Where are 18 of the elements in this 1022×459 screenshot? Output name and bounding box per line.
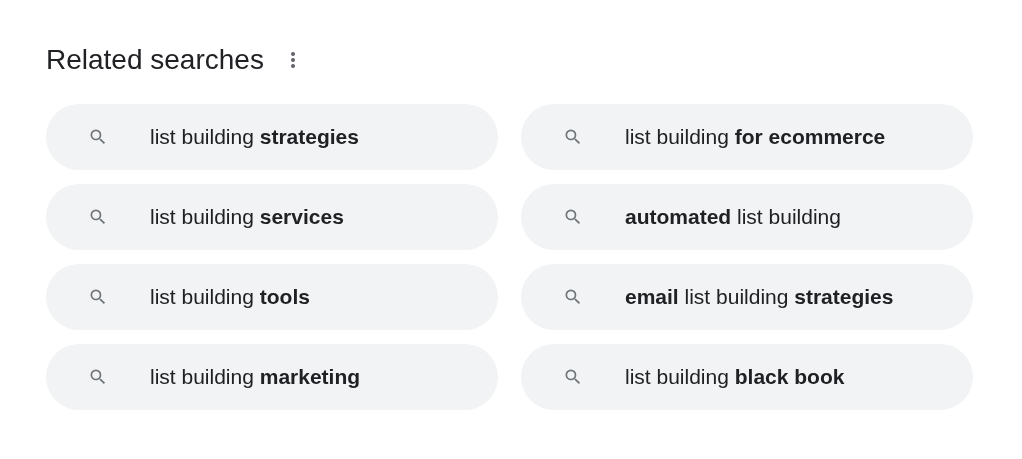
search-icon [88, 367, 108, 387]
search-icon [563, 127, 583, 147]
search-icon [88, 287, 108, 307]
related-search-chip[interactable]: list building marketing [46, 344, 498, 410]
section-title: Related searches [46, 44, 264, 76]
search-icon [563, 207, 583, 227]
related-search-chip[interactable]: list building services [46, 184, 498, 250]
related-search-chip[interactable]: list building strategies [46, 104, 498, 170]
search-icon [563, 367, 583, 387]
search-icon [88, 207, 108, 227]
more-options-icon[interactable] [289, 51, 296, 69]
related-search-chip[interactable]: list building black book [521, 344, 973, 410]
search-icon [563, 287, 583, 307]
related-search-chip[interactable]: list building tools [46, 264, 498, 330]
related-search-chip[interactable]: list building for ecommerce [521, 104, 973, 170]
related-search-chip[interactable]: automated list building [521, 184, 973, 250]
search-icon [88, 127, 108, 147]
related-search-chip[interactable]: email list building strategies [521, 264, 973, 330]
